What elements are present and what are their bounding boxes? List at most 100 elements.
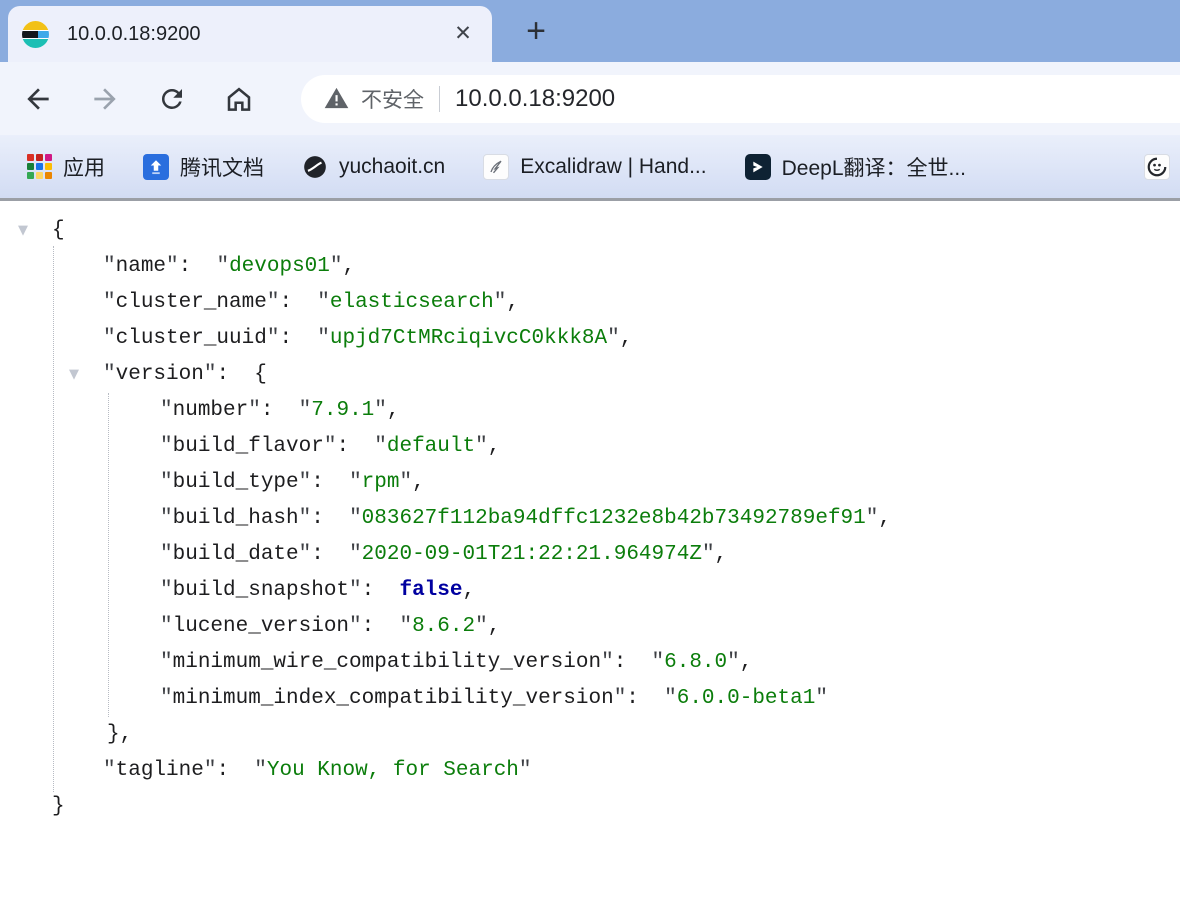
bookmark-label: 腾讯文档 (180, 152, 264, 182)
json-token: " (652, 651, 665, 674)
json-line: ▼{ (0, 213, 1180, 249)
favicon-gold-band (22, 21, 49, 30)
json-token: }, (107, 723, 132, 746)
json-line: "name": "devops01", (0, 249, 1180, 285)
json-line: "cluster_uuid": "upjd7CtMRciqivcC0kkk8A"… (0, 321, 1180, 357)
json-token: , (715, 543, 728, 566)
json-token: 7.9.1 (311, 399, 374, 422)
json-token: " (166, 255, 179, 278)
browser-tab[interactable]: 10.0.0.18:9200 ✕ (8, 6, 492, 62)
json-token: " (103, 759, 116, 782)
browser-toolbar: 不安全 10.0.0.18:9200 (0, 62, 1180, 135)
new-tab-button[interactable]: + (516, 12, 556, 52)
json-token: , (387, 399, 400, 422)
json-line: "build_flavor": "default", (0, 429, 1180, 465)
security-status-label: 不安全 (361, 84, 424, 114)
page-content: ▼{"name": "devops01","cluster_name": "el… (0, 201, 1180, 898)
bookmark-item-yuchaoit[interactable]: yuchaoit.cn (302, 154, 445, 180)
collapse-arrow-icon[interactable]: ▼ (18, 213, 28, 249)
bookmark-label: DeepL翻译：全世... (782, 152, 966, 182)
json-token: " (324, 435, 337, 458)
json-token: cluster_name (116, 291, 267, 314)
json-token: version (116, 363, 204, 386)
favicon-mid-band (22, 31, 49, 38)
json-token: " (349, 579, 362, 602)
json-token: " (330, 255, 343, 278)
json-line: "tagline": "You Know, for Search" (0, 753, 1180, 789)
json-token: , (462, 579, 475, 602)
json-token: : (614, 651, 652, 674)
json-token: build_hash (173, 507, 299, 530)
bookmark-item-site[interactable] (1144, 154, 1170, 180)
json-token: 6.0.0-beta1 (677, 687, 816, 710)
json-token: : (311, 543, 349, 566)
json-token: You Know, for Search (267, 759, 519, 782)
address-bar[interactable]: 不安全 10.0.0.18:9200 (301, 75, 1180, 123)
address-bar-separator (439, 86, 440, 112)
bookmark-item-deepl[interactable]: DeepL翻译：全世... (745, 152, 966, 182)
json-token: : (311, 507, 349, 530)
json-token: " (664, 687, 677, 710)
json-token: minimum_index_compatibility_version (173, 687, 614, 710)
elasticsearch-favicon-icon (22, 21, 49, 48)
json-line: "build_hash": "083627f112ba94dffc1232e8b… (0, 501, 1180, 537)
bookmark-item-excalidraw[interactable]: Excalidraw | Hand... (483, 154, 706, 180)
json-line: "build_snapshot": false, (0, 573, 1180, 609)
json-token: " (399, 471, 412, 494)
tencent-docs-icon (143, 154, 169, 180)
back-arrow-icon (22, 83, 54, 115)
home-icon (223, 83, 255, 115)
json-token: " (267, 327, 280, 350)
collapse-arrow-icon[interactable]: ▼ (69, 357, 79, 393)
bookmark-item-apps[interactable]: 应用 (26, 152, 105, 182)
json-token: , (878, 507, 891, 530)
json-line: ▼"version": { (0, 357, 1180, 393)
json-token: : (311, 471, 349, 494)
json-token: " (399, 615, 412, 638)
json-token: " (204, 759, 217, 782)
json-token: build_flavor (173, 435, 324, 458)
json-token: " (702, 543, 715, 566)
site-logo-icon (1144, 154, 1170, 180)
reload-button[interactable] (154, 81, 190, 117)
apps-grid-icon (26, 154, 52, 180)
json-token: " (475, 615, 488, 638)
json-token: " (349, 471, 362, 494)
excalidraw-icon (483, 154, 509, 180)
tab-close-icon[interactable]: ✕ (448, 19, 478, 49)
home-button[interactable] (221, 81, 257, 117)
json-token: " (299, 399, 312, 422)
json-token: : (216, 363, 254, 386)
json-token: " (204, 363, 217, 386)
json-token: " (475, 435, 488, 458)
json-token: " (160, 687, 173, 710)
json-token: , (412, 471, 425, 494)
json-token: " (607, 327, 620, 350)
json-token: " (299, 543, 312, 566)
json-token: , (343, 255, 356, 278)
forward-button[interactable] (87, 81, 123, 117)
bookmark-item-tencent-docs[interactable]: 腾讯文档 (143, 152, 264, 182)
json-token: " (160, 651, 173, 674)
back-button[interactable] (20, 81, 56, 117)
json-token: : (179, 255, 217, 278)
json-token: : (626, 687, 664, 710)
json-token: : (216, 759, 254, 782)
json-line: "minimum_wire_compatibility_version": "6… (0, 645, 1180, 681)
json-token: elasticsearch (330, 291, 494, 314)
json-token: devops01 (229, 255, 330, 278)
json-token: } (52, 795, 65, 818)
json-line: "minimum_index_compatibility_version": "… (0, 681, 1180, 717)
json-line: "build_type": "rpm", (0, 465, 1180, 501)
json-token: name (116, 255, 166, 278)
address-bar-url: 10.0.0.18:9200 (455, 85, 615, 113)
json-line: } (0, 789, 1180, 825)
json-token: { (52, 219, 65, 242)
json-token: " (727, 651, 740, 674)
favicon-teal-band (22, 39, 49, 48)
json-token: " (103, 255, 116, 278)
json-token: " (299, 471, 312, 494)
json-token: " (103, 327, 116, 350)
json-token: , (620, 327, 633, 350)
favicon-blue-band (38, 31, 49, 38)
